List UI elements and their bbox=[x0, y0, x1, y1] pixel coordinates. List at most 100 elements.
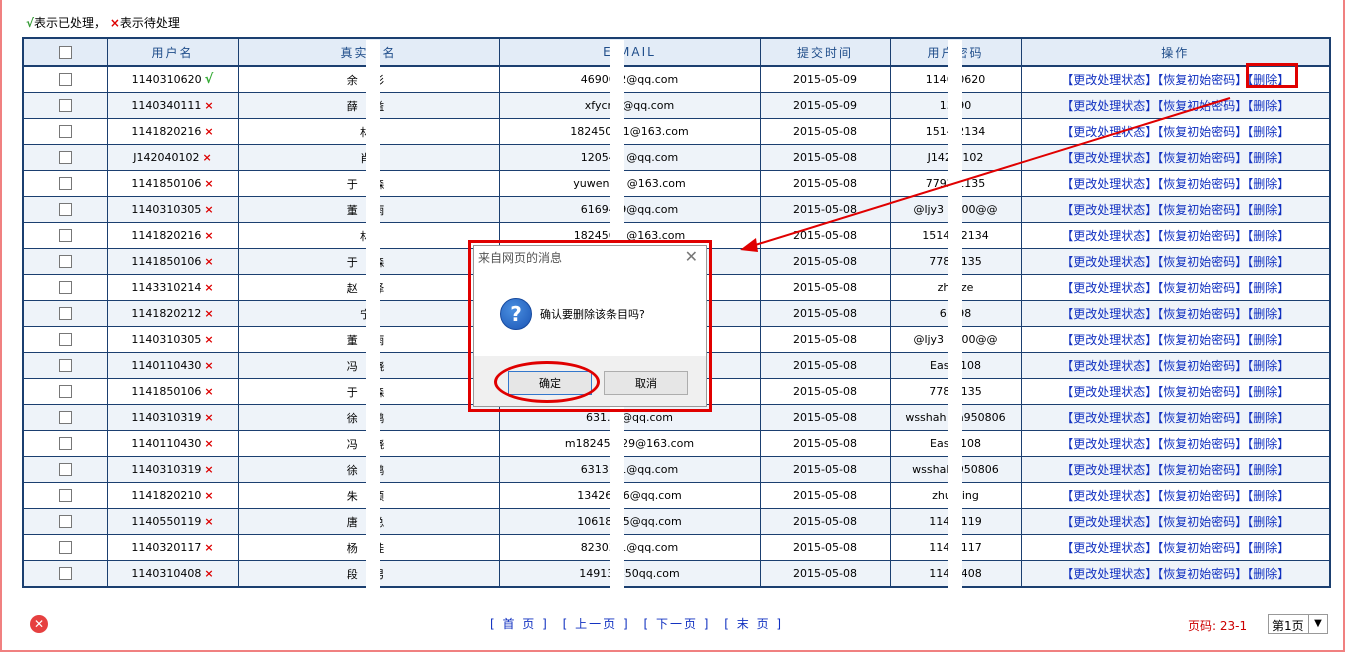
row-checkbox[interactable] bbox=[58, 515, 72, 529]
delete-link[interactable]: 【删除】 bbox=[1247, 125, 1289, 139]
delete-link[interactable]: 【删除】 bbox=[1247, 333, 1289, 347]
select-all-header[interactable] bbox=[22, 37, 108, 67]
change-status-link[interactable]: 【更改处理状态】 bbox=[1061, 281, 1157, 295]
reset-password-link[interactable]: 【恢复初始密码】 bbox=[1157, 437, 1247, 451]
page-select[interactable]: 第1页 ▼ bbox=[1268, 614, 1328, 634]
row-checkbox[interactable] bbox=[58, 463, 72, 477]
reset-password-link[interactable]: 【恢复初始密码】 bbox=[1157, 99, 1247, 113]
delete-link[interactable]: 【删除】 bbox=[1247, 203, 1289, 217]
row-select-cell[interactable] bbox=[22, 352, 108, 379]
row-select-cell[interactable] bbox=[22, 196, 108, 223]
change-status-link[interactable]: 【更改处理状态】 bbox=[1061, 73, 1157, 87]
delete-link[interactable]: 【删除】 bbox=[1247, 151, 1289, 165]
delete-link[interactable]: 【删除】 bbox=[1247, 99, 1289, 113]
row-select-cell[interactable] bbox=[22, 560, 108, 588]
reset-password-link[interactable]: 【恢复初始密码】 bbox=[1157, 333, 1247, 347]
change-status-link[interactable]: 【更改处理状态】 bbox=[1061, 229, 1157, 243]
row-checkbox[interactable] bbox=[58, 411, 72, 425]
delete-link[interactable]: 【删除】 bbox=[1247, 567, 1289, 581]
row-checkbox[interactable] bbox=[58, 151, 72, 165]
reset-password-link[interactable]: 【恢复初始密码】 bbox=[1157, 307, 1247, 321]
row-checkbox[interactable] bbox=[58, 489, 72, 503]
row-select-cell[interactable] bbox=[22, 300, 108, 327]
delete-link[interactable]: 【删除】 bbox=[1247, 307, 1289, 321]
change-status-link[interactable]: 【更改处理状态】 bbox=[1061, 125, 1157, 139]
row-select-cell[interactable] bbox=[22, 404, 108, 431]
reset-password-link[interactable]: 【恢复初始密码】 bbox=[1157, 489, 1247, 503]
delete-link[interactable]: 【删除】 bbox=[1247, 463, 1289, 477]
row-select-cell[interactable] bbox=[22, 65, 108, 93]
first-page-link[interactable]: [ 首 页 ] bbox=[490, 617, 549, 631]
change-status-link[interactable]: 【更改处理状态】 bbox=[1061, 203, 1157, 217]
row-checkbox[interactable] bbox=[58, 359, 72, 373]
delete-link[interactable]: 【删除】 bbox=[1247, 489, 1289, 503]
change-status-link[interactable]: 【更改处理状态】 bbox=[1061, 437, 1157, 451]
row-checkbox[interactable] bbox=[58, 229, 72, 243]
change-status-link[interactable]: 【更改处理状态】 bbox=[1061, 463, 1157, 477]
last-page-link[interactable]: [ 末 页 ] bbox=[724, 617, 783, 631]
delete-link[interactable]: 【删除】 bbox=[1247, 281, 1289, 295]
reset-password-link[interactable]: 【恢复初始密码】 bbox=[1157, 151, 1247, 165]
dialog-close-icon[interactable]: ✕ bbox=[685, 247, 698, 266]
delete-link[interactable]: 【删除】 bbox=[1247, 255, 1289, 269]
reset-password-link[interactable]: 【恢复初始密码】 bbox=[1157, 177, 1247, 191]
chevron-down-icon[interactable]: ▼ bbox=[1308, 615, 1327, 633]
row-checkbox[interactable] bbox=[58, 255, 72, 269]
next-page-link[interactable]: [ 下一页 ] bbox=[643, 617, 710, 631]
change-status-link[interactable]: 【更改处理状态】 bbox=[1061, 359, 1157, 373]
row-checkbox[interactable] bbox=[58, 333, 72, 347]
row-checkbox[interactable] bbox=[58, 307, 72, 321]
reset-password-link[interactable]: 【恢复初始密码】 bbox=[1157, 359, 1247, 373]
reset-password-link[interactable]: 【恢复初始密码】 bbox=[1157, 203, 1247, 217]
change-status-link[interactable]: 【更改处理状态】 bbox=[1061, 541, 1157, 555]
delete-link[interactable]: 【删除】 bbox=[1247, 359, 1289, 373]
reset-password-link[interactable]: 【恢复初始密码】 bbox=[1157, 515, 1247, 529]
row-select-cell[interactable] bbox=[22, 534, 108, 561]
delete-link[interactable]: 【删除】 bbox=[1247, 385, 1289, 399]
row-select-cell[interactable] bbox=[22, 456, 108, 483]
reset-password-link[interactable]: 【恢复初始密码】 bbox=[1157, 229, 1247, 243]
delete-link[interactable]: 【删除】 bbox=[1247, 437, 1289, 451]
reset-password-link[interactable]: 【恢复初始密码】 bbox=[1157, 281, 1247, 295]
delete-link[interactable]: 【删除】 bbox=[1247, 541, 1289, 555]
row-checkbox[interactable] bbox=[58, 177, 72, 191]
row-checkbox[interactable] bbox=[58, 203, 72, 217]
close-icon[interactable]: ✕ bbox=[30, 615, 48, 633]
row-checkbox[interactable] bbox=[58, 99, 72, 113]
row-select-cell[interactable] bbox=[22, 170, 108, 197]
change-status-link[interactable]: 【更改处理状态】 bbox=[1061, 255, 1157, 269]
change-status-link[interactable]: 【更改处理状态】 bbox=[1061, 307, 1157, 321]
row-select-cell[interactable] bbox=[22, 118, 108, 145]
change-status-link[interactable]: 【更改处理状态】 bbox=[1061, 411, 1157, 425]
row-checkbox[interactable] bbox=[58, 281, 72, 295]
row-select-cell[interactable] bbox=[22, 274, 108, 301]
row-checkbox[interactable] bbox=[58, 437, 72, 451]
reset-password-link[interactable]: 【恢复初始密码】 bbox=[1157, 125, 1247, 139]
row-select-cell[interactable] bbox=[22, 222, 108, 249]
delete-link[interactable]: 【删除】 bbox=[1247, 515, 1289, 529]
reset-password-link[interactable]: 【恢复初始密码】 bbox=[1157, 73, 1247, 87]
row-select-cell[interactable] bbox=[22, 248, 108, 275]
change-status-link[interactable]: 【更改处理状态】 bbox=[1061, 515, 1157, 529]
row-select-cell[interactable] bbox=[22, 430, 108, 457]
change-status-link[interactable]: 【更改处理状态】 bbox=[1061, 385, 1157, 399]
change-status-link[interactable]: 【更改处理状态】 bbox=[1061, 333, 1157, 347]
reset-password-link[interactable]: 【恢复初始密码】 bbox=[1157, 385, 1247, 399]
row-select-cell[interactable] bbox=[22, 326, 108, 353]
prev-page-link[interactable]: [ 上一页 ] bbox=[563, 617, 630, 631]
reset-password-link[interactable]: 【恢复初始密码】 bbox=[1157, 567, 1247, 581]
row-select-cell[interactable] bbox=[22, 144, 108, 171]
row-select-cell[interactable] bbox=[22, 482, 108, 509]
reset-password-link[interactable]: 【恢复初始密码】 bbox=[1157, 463, 1247, 477]
delete-link[interactable]: 【删除】 bbox=[1247, 229, 1289, 243]
change-status-link[interactable]: 【更改处理状态】 bbox=[1061, 567, 1157, 581]
row-checkbox[interactable] bbox=[58, 567, 72, 581]
row-checkbox[interactable] bbox=[58, 125, 72, 139]
row-checkbox[interactable] bbox=[58, 73, 72, 87]
reset-password-link[interactable]: 【恢复初始密码】 bbox=[1157, 541, 1247, 555]
row-select-cell[interactable] bbox=[22, 508, 108, 535]
change-status-link[interactable]: 【更改处理状态】 bbox=[1061, 177, 1157, 191]
change-status-link[interactable]: 【更改处理状态】 bbox=[1061, 151, 1157, 165]
cancel-button[interactable]: 取消 bbox=[604, 371, 688, 395]
select-all-checkbox[interactable] bbox=[58, 46, 72, 59]
